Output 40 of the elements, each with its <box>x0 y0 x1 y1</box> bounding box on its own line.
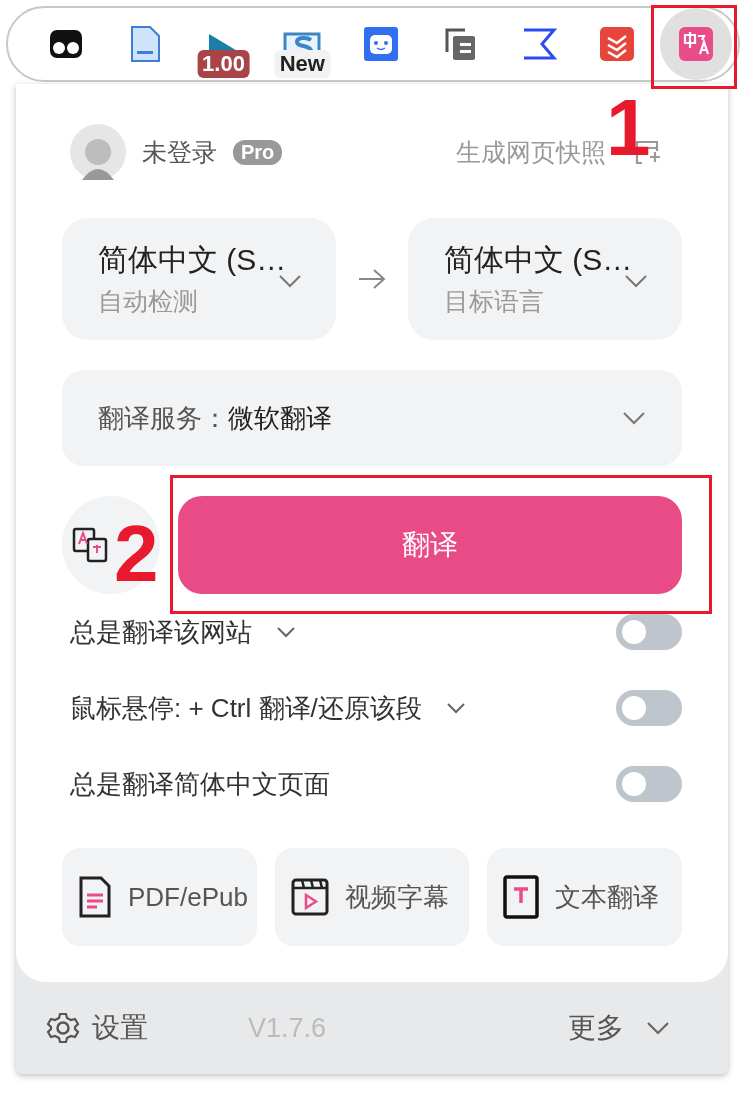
tool-button[interactable]: 文本翻译 <box>487 848 682 946</box>
tool-button[interactable]: PDF/ePub <box>62 848 257 946</box>
annotation-number: 1 <box>606 96 651 160</box>
document-icon <box>128 25 161 63</box>
extension-button[interactable]: New <box>266 8 339 80</box>
video-icon <box>290 878 329 916</box>
layers-icon <box>599 26 636 62</box>
option-label[interactable]: 鼠标悬停: + Ctrl 翻译/还原该段 <box>70 690 466 726</box>
target-language-select[interactable]: 简体中文 (S… 目标语言 <box>408 218 682 340</box>
chevron-down-icon <box>445 702 466 714</box>
avatar-icon <box>70 124 126 180</box>
extension-button[interactable]: 1.00 <box>187 8 260 80</box>
robot-icon <box>363 26 399 62</box>
toggle-switch[interactable] <box>616 614 682 650</box>
chevron-down-icon <box>624 274 648 288</box>
text-document-icon <box>503 875 540 919</box>
pro-badge: Pro <box>233 139 283 165</box>
arrow-right-icon <box>357 268 387 290</box>
toggle-switch[interactable] <box>616 690 682 726</box>
settings-button[interactable]: 设置 <box>46 1009 148 1047</box>
option-label[interactable]: 总是翻译该网站 <box>70 614 296 650</box>
annotation-number: 2 <box>114 522 159 586</box>
chevron-down-icon <box>646 1021 670 1035</box>
chevron-down-icon <box>276 626 296 638</box>
translate-mode-icon <box>70 525 110 565</box>
chevron-down-icon <box>622 411 646 425</box>
extension-badge: New <box>274 50 330 78</box>
translation-service-select[interactable]: 翻译服务：微软翻译 <box>62 370 682 466</box>
option-label[interactable]: 总是翻译简体中文页面 <box>70 766 330 802</box>
extension-badge: 1.00 <box>197 50 250 78</box>
toggle-switch[interactable] <box>616 766 682 802</box>
more-button[interactable]: 更多 <box>568 1009 670 1047</box>
chevron-down-icon <box>278 274 302 288</box>
document-icon <box>78 875 112 919</box>
tool-button[interactable]: 视频字幕 <box>274 848 470 946</box>
user-status: 未登录 <box>142 136 217 168</box>
translate-icon <box>678 26 714 62</box>
source-language-select[interactable]: 简体中文 (S… 自动检测 <box>62 218 336 340</box>
settings-icon <box>46 1011 80 1045</box>
translate-button[interactable]: 翻译 <box>178 496 682 594</box>
